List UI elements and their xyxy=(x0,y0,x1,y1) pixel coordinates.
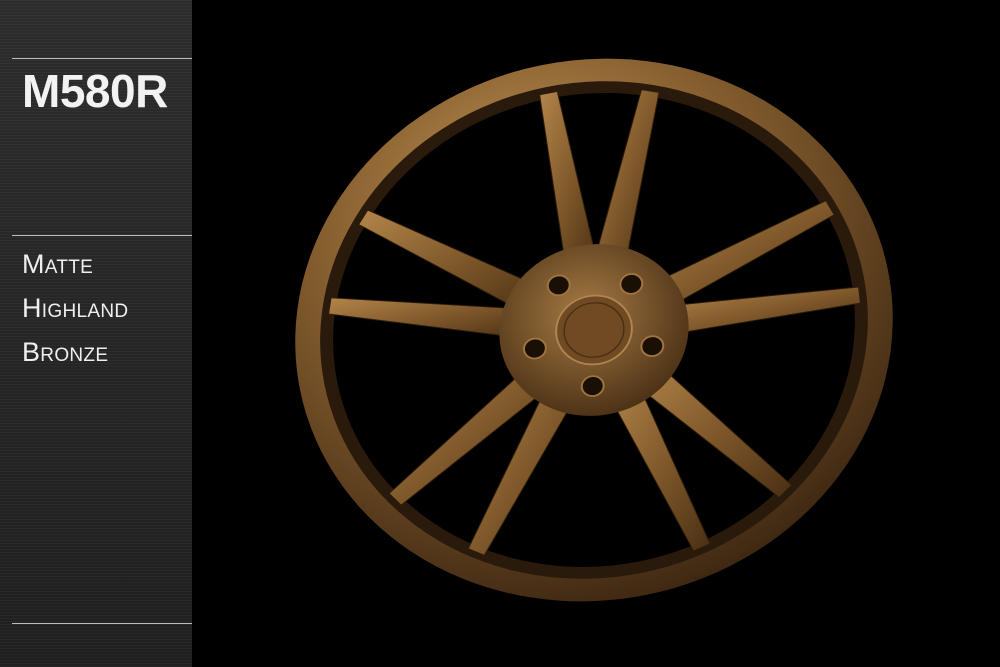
finish-word-2: Highland xyxy=(22,293,129,323)
side-panel: M580R Matte Highland Bronze xyxy=(0,0,192,667)
wheel-image xyxy=(295,58,893,602)
divider-bottom xyxy=(12,623,192,624)
lug-hole-3 xyxy=(580,375,605,397)
model-title: M580R xyxy=(22,65,168,117)
finish-word-3: Bronze xyxy=(22,337,109,367)
lug-hole-4 xyxy=(522,337,547,360)
finish-name: Matte Highland Bronze xyxy=(22,246,128,378)
finish-word-1: Matte xyxy=(22,249,94,279)
divider-top xyxy=(12,58,192,59)
lug-hole-1 xyxy=(619,273,644,295)
lug-hole-5 xyxy=(546,274,571,297)
divider-middle xyxy=(12,235,192,236)
product-photo xyxy=(192,0,1000,667)
lug-hole-2 xyxy=(640,335,665,357)
